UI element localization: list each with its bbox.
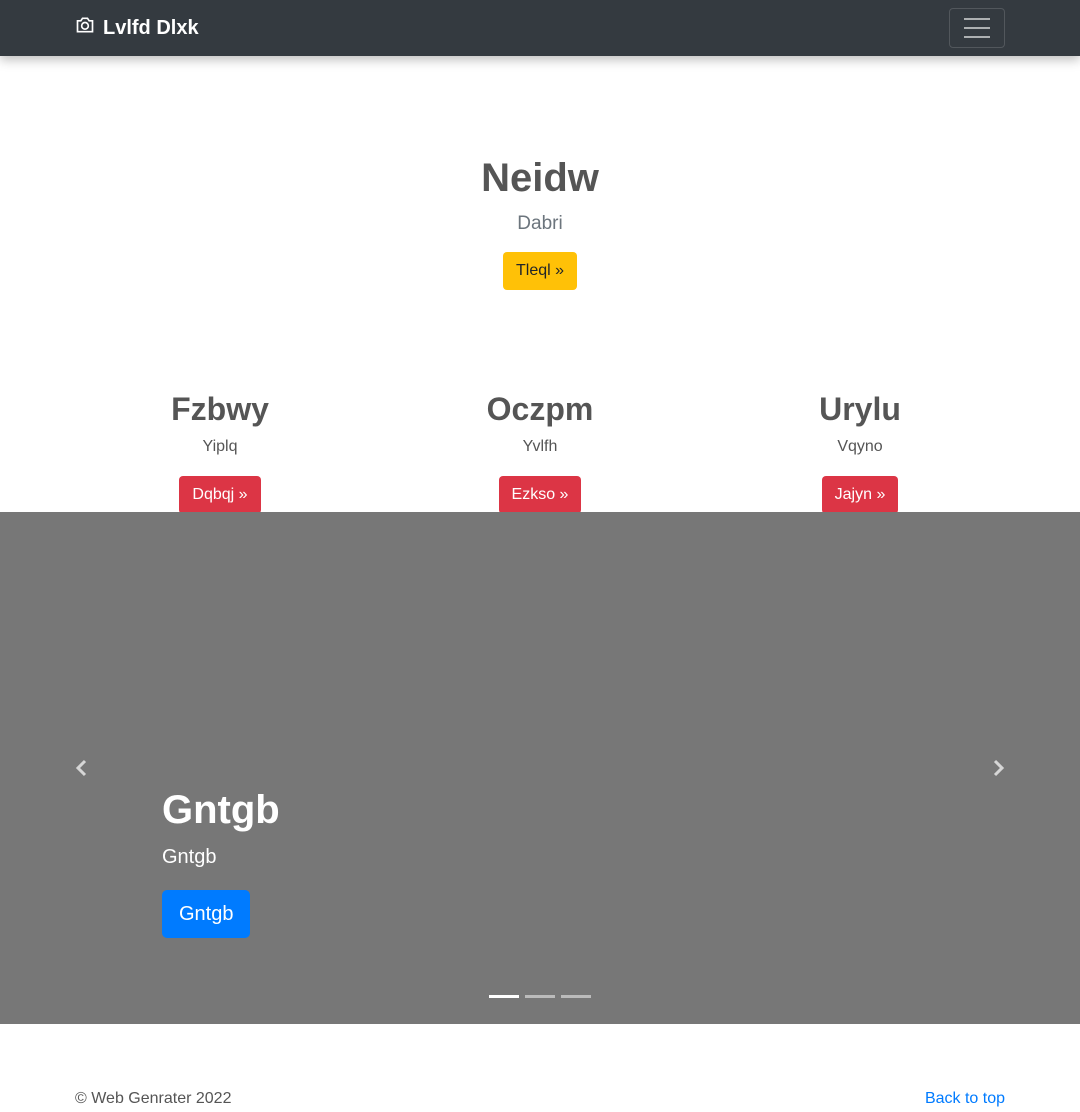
carousel-caption: Gntgb Gntgb Gntgb [162,786,280,938]
feature-button[interactable]: Dqbqj » [179,476,261,514]
hero-section: Neidw Dabri Tleql » [0,150,1080,290]
back-to-top-link[interactable]: Back to top [925,1090,1005,1108]
feature-button[interactable]: Jajyn » [821,476,899,514]
hamburger-menu-icon-bar [964,36,990,38]
carousel-indicator[interactable] [489,995,519,998]
hero-title: Neidw [481,156,599,200]
feature-text: Vqyno [837,438,883,455]
carousel-indicator[interactable] [525,995,555,998]
feature-title: Oczpm [486,391,594,427]
feature-text: Yvlfh [522,438,558,455]
feature-text: Yiplq [202,438,238,455]
brand-name: Lvlfd Dlxk [103,16,199,39]
feature-title: Fzbwy [171,391,269,427]
feature-column: Fzbwy Yiplq Dqbqj » [60,388,380,514]
carousel-indicator[interactable] [561,995,591,998]
chevron-left-icon [70,759,94,784]
hamburger-menu-icon [964,18,990,20]
hero-button[interactable]: Tleql » [502,252,578,290]
camera-icon [75,15,95,41]
carousel: Gntgb Gntgb Gntgb [0,512,1080,1024]
hamburger-menu-icon-bar [964,27,990,29]
footer: © Web Genrater 2022 Back to top [75,1090,1005,1112]
carousel-indicators [0,995,1080,998]
features-row: Fzbwy Yiplq Dqbqj » Oczpm Yvlfh Ezkso » … [60,388,1020,514]
feature-title: Urylu [819,391,901,427]
carousel-next-button[interactable] [986,756,1010,780]
brand-link[interactable]: Lvlfd Dlxk [75,16,199,40]
carousel-prev-button[interactable] [70,756,94,780]
feature-button[interactable]: Ezkso » [498,476,582,514]
feature-column: Urylu Vqyno Jajyn » [700,388,1020,514]
copyright-text: © Web Genrater 2022 [75,1090,232,1107]
feature-column: Oczpm Yvlfh Ezkso » [380,388,700,514]
carousel-slide-button[interactable]: Gntgb [162,890,251,938]
carousel-slide-text: Gntgb [162,846,217,868]
carousel-slide-title: Gntgb [162,788,280,832]
hero-subtitle: Dabri [517,213,563,234]
navbar: Lvlfd Dlxk [0,0,1080,56]
chevron-right-icon [986,759,1010,784]
navbar-toggler-button[interactable] [949,8,1005,48]
